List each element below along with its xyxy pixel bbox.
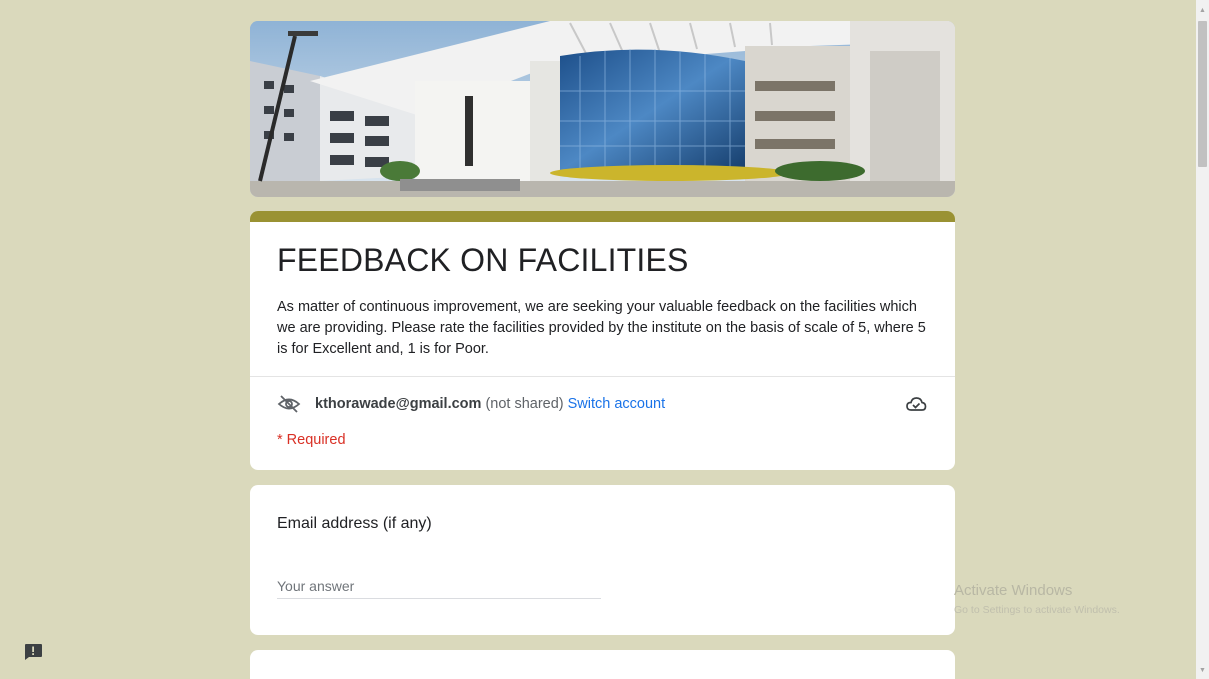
form-description: As matter of continuous improvement, we … xyxy=(277,299,926,357)
not-shared-label: (not shared) xyxy=(485,396,564,412)
scroll-down-arrow-icon[interactable]: ▼ xyxy=(1196,663,1209,677)
account-row: kthorawade@gmail.com (not shared) Switch… xyxy=(277,393,927,415)
activate-windows-watermark-title: Activate Windows xyxy=(954,582,1073,599)
form-page: FEEDBACK ON FACILITIES As matter of cont… xyxy=(0,0,1196,679)
form-title: FEEDBACK ON FACILITIES xyxy=(277,242,689,278)
report-problem-icon[interactable] xyxy=(22,642,44,662)
question-title: Email address (if any) xyxy=(277,515,432,532)
account-email: kthorawade@gmail.com xyxy=(315,396,482,412)
email-answer-input[interactable] xyxy=(277,573,601,599)
scroll-up-arrow-icon[interactable]: ▲ xyxy=(1196,3,1209,17)
accent-bar xyxy=(250,211,955,222)
header-divider xyxy=(250,376,955,377)
cloud-done-icon[interactable] xyxy=(905,393,927,415)
page-scrollbar[interactable]: ▲ ▼ xyxy=(1196,0,1209,679)
question-card-email: Email address (if any) xyxy=(250,485,955,635)
building-photo xyxy=(250,21,955,197)
required-note: * Required xyxy=(277,432,346,448)
question-card-next xyxy=(250,650,955,679)
eye-off-icon xyxy=(277,394,301,414)
header-banner-image xyxy=(250,21,955,197)
form-header-card: FEEDBACK ON FACILITIES As matter of cont… xyxy=(250,211,955,470)
switch-account-link[interactable]: Switch account xyxy=(568,396,666,412)
scroll-thumb[interactable] xyxy=(1198,21,1207,167)
activate-windows-watermark-subtitle: Go to Settings to activate Windows. xyxy=(954,604,1120,616)
